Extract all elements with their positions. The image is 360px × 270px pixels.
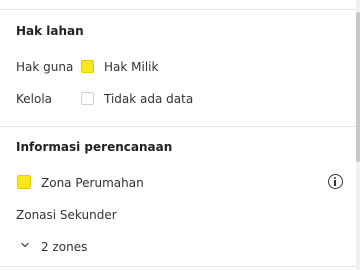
section-divider: [0, 126, 356, 127]
color-swatch-zona-perumahan: [17, 175, 31, 189]
section-title-land-rights: Hak lahan: [16, 24, 84, 38]
bottom-divider: [0, 266, 356, 267]
row-label-kelola: Kelola: [16, 92, 53, 106]
top-divider: [0, 9, 356, 10]
info-circle-icon[interactable]: [328, 174, 343, 189]
color-swatch-hak-milik: [81, 60, 94, 73]
secondary-zoning-title: Zonasi Sekunder: [16, 208, 117, 222]
land-info-panel: Hak lahan Hak guna Hak Milik Kelola Tida…: [0, 0, 356, 270]
info-icon-bar: [334, 180, 337, 186]
zone-label: Zona Perumahan: [41, 176, 144, 190]
color-swatch-empty: [81, 92, 94, 105]
zones-toggle-label: 2 zones: [41, 240, 88, 254]
vertical-scrollbar[interactable]: [356, 0, 360, 270]
scrollbar-thumb[interactable]: [356, 12, 360, 162]
info-icon-dot: [334, 177, 337, 179]
row-value-kelola: Tidak ada data: [104, 92, 194, 106]
chevron-down-icon: [21, 242, 29, 248]
row-label-hak-guna: Hak guna: [16, 60, 74, 74]
row-value-hak-guna: Hak Milik: [104, 60, 159, 74]
section-title-planning: Informasi perencanaan: [16, 140, 173, 154]
